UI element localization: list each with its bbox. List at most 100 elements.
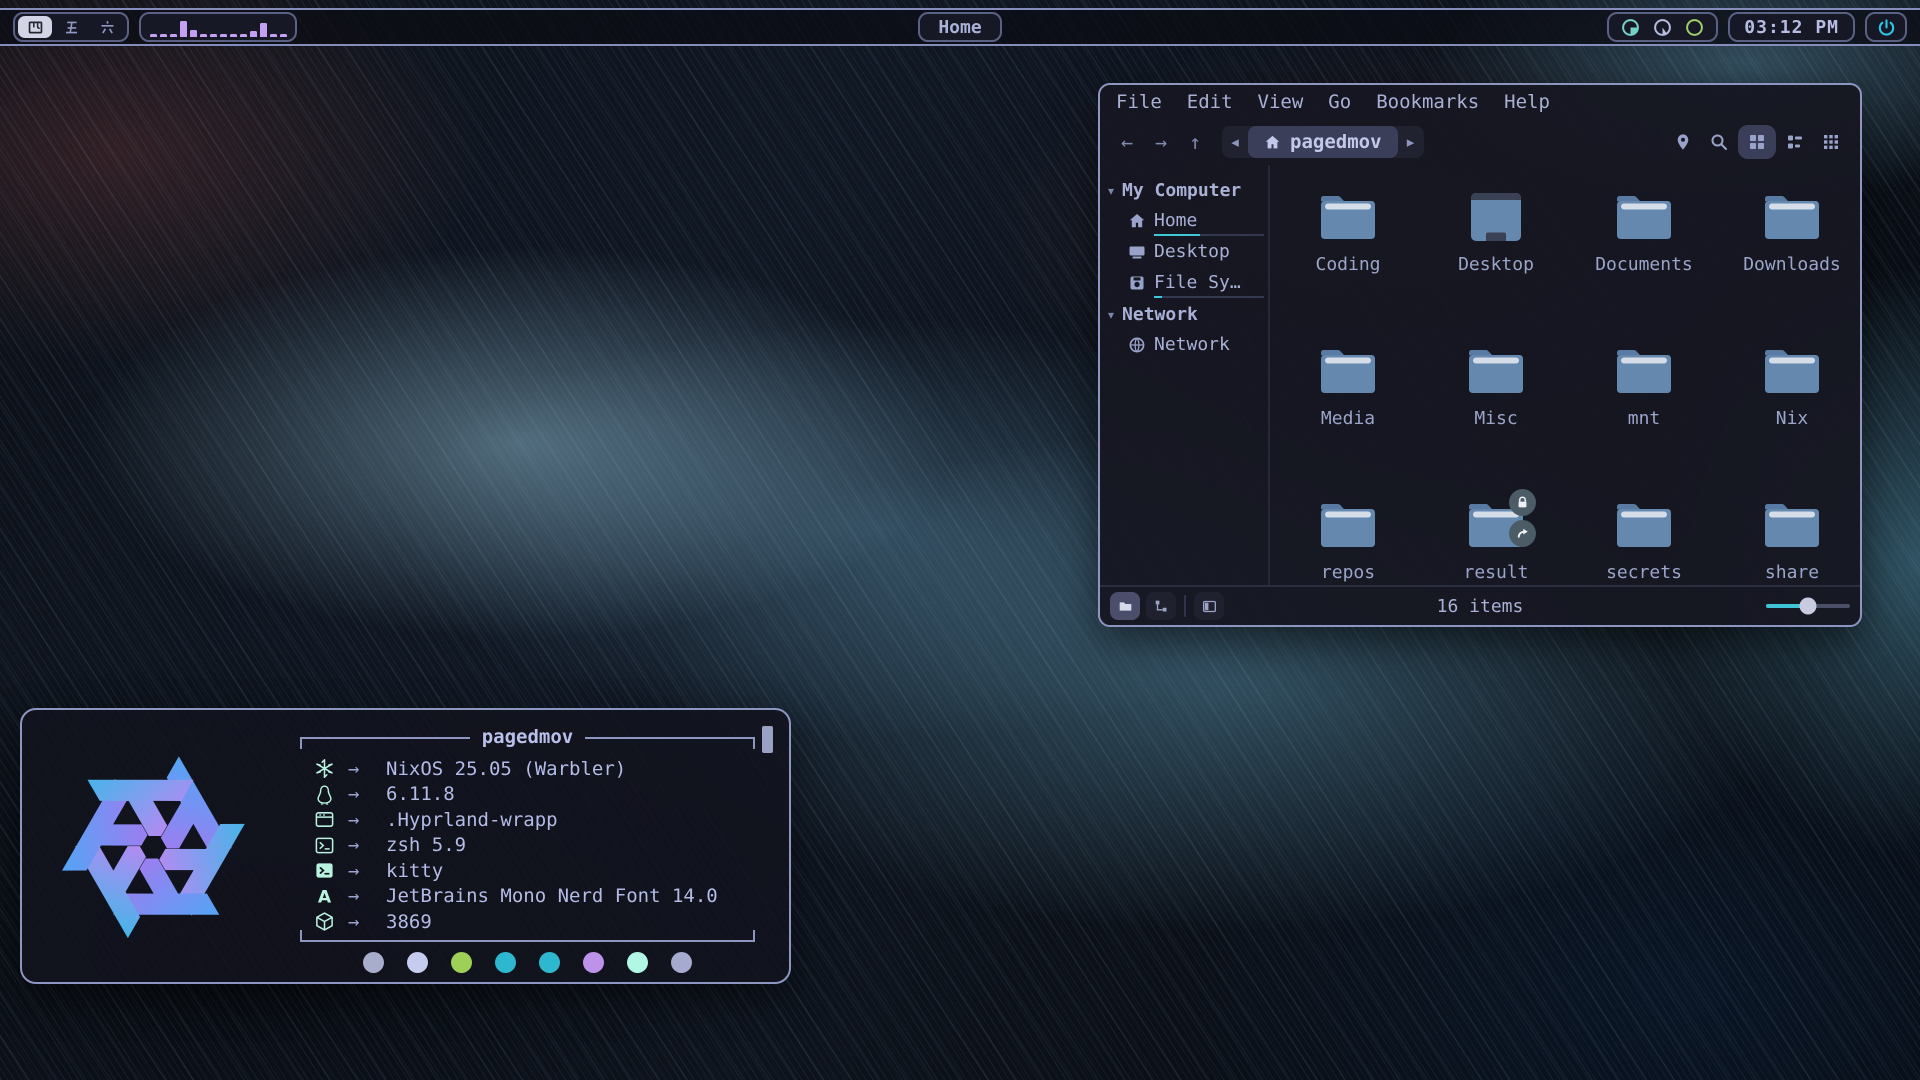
- forward-button[interactable]: →: [1146, 127, 1176, 157]
- visualizer-bar: [240, 34, 247, 37]
- file-manager-body: ▾My ComputerHomeDesktopFile Sy…▾NetworkN…: [1100, 165, 1860, 585]
- folder-item-result[interactable]: result: [1422, 495, 1570, 585]
- slider-knob[interactable]: [1800, 598, 1817, 615]
- visualizer-bar: [200, 34, 207, 37]
- link-emblem-icon: [1509, 520, 1536, 547]
- folder-icon: [1316, 343, 1380, 399]
- globe-icon: [1128, 336, 1146, 354]
- gauge-green-icon: [1685, 18, 1704, 37]
- hostname-label: pagedmov: [470, 726, 586, 748]
- folder-icon: [1464, 497, 1528, 553]
- home-icon: [1128, 212, 1146, 230]
- workspace-3[interactable]: [90, 16, 124, 38]
- tab-scroll-left-icon[interactable]: ◂: [1222, 133, 1248, 151]
- visualizer-bar: [180, 21, 187, 37]
- workspace-2[interactable]: [54, 16, 88, 38]
- usage-bar: [1154, 296, 1264, 298]
- fetch-hostname: pagedmov: [300, 726, 755, 748]
- menu-bar: File Edit View Go Bookmarks Help: [1100, 85, 1860, 119]
- fetch-value: zsh 5.9: [386, 834, 466, 856]
- toolbar-right-icons: [1666, 125, 1848, 159]
- terminal-color-swatch: [671, 952, 692, 973]
- items-count: 16 items: [1100, 596, 1860, 617]
- frame-corner: [753, 930, 755, 942]
- sidebar-section-network[interactable]: ▾Network: [1100, 299, 1268, 330]
- visualizer-bar: [280, 34, 287, 37]
- arrow-icon: →: [348, 834, 386, 856]
- arrow-icon: →: [348, 911, 386, 933]
- folder-item-coding[interactable]: Coding: [1274, 187, 1422, 341]
- folder-label: secrets: [1606, 562, 1682, 583]
- icon-zoom-slider[interactable]: [1766, 604, 1850, 608]
- back-button[interactable]: ←: [1112, 127, 1142, 157]
- sidebar-item-desktop[interactable]: Desktop: [1100, 237, 1268, 266]
- folder-item-mnt[interactable]: mnt: [1570, 341, 1718, 495]
- menu-file[interactable]: File: [1116, 91, 1162, 113]
- view-compact-button[interactable]: [1814, 125, 1848, 159]
- visualizer-bar: [160, 34, 167, 37]
- visualizer-bar: [150, 34, 157, 37]
- view-grid-button[interactable]: [1738, 125, 1776, 159]
- sidebar-section-my-computer[interactable]: ▾My Computer: [1100, 175, 1268, 206]
- up-button[interactable]: ↑: [1180, 127, 1210, 157]
- clock[interactable]: 03:12 PM: [1728, 12, 1855, 42]
- file-manager-window: File Edit View Go Bookmarks Help ← → ↑ ◂ page…: [1098, 83, 1862, 627]
- system-gauges[interactable]: [1607, 12, 1718, 42]
- workspace-switcher[interactable]: [13, 12, 129, 42]
- pin-button[interactable]: [1666, 125, 1700, 159]
- disk-icon: [1128, 274, 1146, 292]
- desktop-folder-icon: [1464, 189, 1528, 245]
- search-button[interactable]: [1702, 125, 1736, 159]
- folder-item-documents[interactable]: Documents: [1570, 187, 1718, 341]
- sidebar-item-filesy[interactable]: File Sy…: [1100, 268, 1268, 297]
- fetch-value: .Hyprland-wrapp: [386, 809, 558, 831]
- power-button[interactable]: [1865, 12, 1907, 42]
- folder-label: repos: [1321, 562, 1375, 583]
- nixos-logo: [38, 732, 268, 962]
- menu-bookmarks[interactable]: Bookmarks: [1376, 91, 1479, 113]
- clock-label: 03:12 PM: [1744, 17, 1839, 38]
- fetch-value: 3869: [386, 911, 432, 933]
- sidebar-item-label: Network: [1154, 334, 1230, 355]
- folder-item-misc[interactable]: Misc: [1422, 341, 1570, 495]
- menu-view[interactable]: View: [1258, 91, 1304, 113]
- folder-icon: [1316, 189, 1380, 245]
- active-window-title[interactable]: Home: [918, 12, 1001, 42]
- workspace-1[interactable]: [18, 16, 52, 38]
- terminal-color-swatch: [451, 952, 472, 973]
- terminal-filled-icon: [314, 860, 348, 881]
- folder-item-secrets[interactable]: secrets: [1570, 495, 1718, 585]
- menu-go[interactable]: Go: [1328, 91, 1351, 113]
- nix-snowflake-icon: [314, 758, 348, 779]
- folder-icon: [1612, 189, 1676, 245]
- fetch-value: 6.11.8: [386, 783, 455, 805]
- terminal-color-swatch: [407, 952, 428, 973]
- visualizer-bars: [150, 17, 287, 37]
- folder-item-nix[interactable]: Nix: [1718, 341, 1860, 495]
- current-path-tab[interactable]: pagedmov: [1248, 126, 1398, 158]
- toolbar: ← → ↑ ◂ pagedmov ▸: [1100, 119, 1860, 165]
- folder-item-repos[interactable]: repos: [1274, 495, 1422, 585]
- tab-scroll-right-icon[interactable]: ▸: [1398, 133, 1424, 151]
- folder-item-share[interactable]: share: [1718, 495, 1860, 585]
- folder-item-media[interactable]: Media: [1274, 341, 1422, 495]
- sidebar-item-home[interactable]: Home: [1100, 206, 1268, 235]
- folder-view[interactable]: Coding Desktop Documents Downloads Media…: [1268, 165, 1860, 585]
- terminal-color-swatch: [627, 952, 648, 973]
- folder-item-downloads[interactable]: Downloads: [1718, 187, 1860, 341]
- sidebar-item-network[interactable]: Network: [1100, 330, 1268, 359]
- folder-item-desktop[interactable]: Desktop: [1422, 187, 1570, 341]
- fetch-frame: pagedmov →NixOS 25.05 (Warbler) → 6.11.8 →.…: [300, 726, 755, 942]
- chevron-down-icon: ▾: [1108, 184, 1114, 198]
- terminal-color-swatch: [583, 952, 604, 973]
- menu-edit[interactable]: Edit: [1187, 91, 1233, 113]
- folder-label: mnt: [1628, 408, 1661, 429]
- fetch-row: →3869: [314, 909, 747, 935]
- fetch-row: →NixOS 25.05 (Warbler): [314, 756, 747, 782]
- gauge-lavender-icon: [1653, 18, 1672, 37]
- topbar-left: [8, 12, 302, 42]
- view-list-button[interactable]: [1778, 125, 1812, 159]
- menu-help[interactable]: Help: [1504, 91, 1550, 113]
- frame-corner: [300, 930, 302, 942]
- usage-bar: [1154, 234, 1264, 236]
